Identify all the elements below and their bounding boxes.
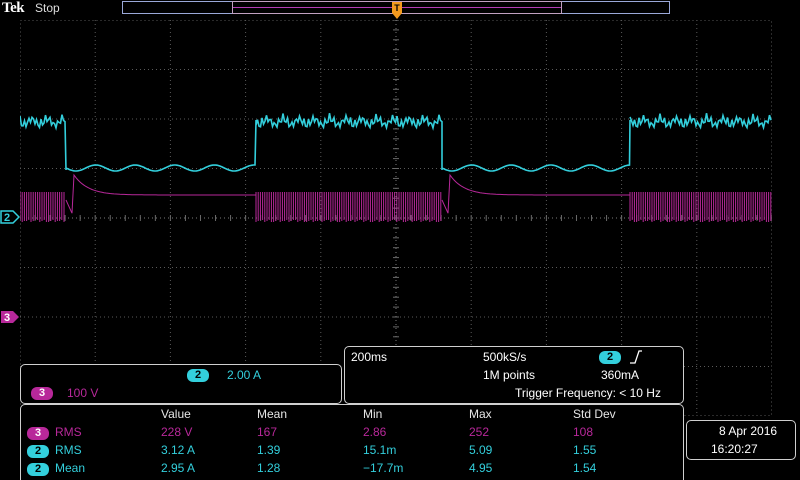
time-readout: 16:20:27 [711, 442, 758, 456]
row-0-type: RMS [55, 425, 82, 439]
datetime-panel[interactable]: 8 Apr 2016 16:20:27 [686, 420, 796, 460]
trigger-position-icon[interactable]: T [391, 2, 403, 20]
trigger-level: 360mA [601, 368, 640, 382]
trigger-marker: T [394, 3, 400, 13]
row-2-std-dev: 1.54 [573, 461, 597, 475]
row-1-type: RMS [55, 443, 82, 457]
row-1-max: 5.09 [469, 443, 493, 457]
row-1-mean: 1.39 [257, 443, 281, 457]
channel-3-ground-marker[interactable]: 3 [0, 310, 20, 324]
channel-2-scale: 2.00 A [227, 368, 262, 382]
horizontal-trigger-panel[interactable]: 200ms 500kS/s 1M points 2 360mA Trigger … [344, 346, 684, 404]
svg-text:3: 3 [4, 312, 10, 324]
header-max: Max [469, 407, 492, 421]
row-2-value: 2.95 A [161, 461, 196, 475]
row-0-min: 2.86 [363, 425, 387, 439]
row-0-max: 252 [469, 425, 490, 439]
header-value: Value [161, 407, 191, 421]
header-mean: Mean [257, 407, 288, 421]
vertical-settings-panel[interactable]: 2 2.00 A 3 100 V [20, 364, 342, 404]
record-length: 1M points [483, 368, 536, 382]
row-1-min: 15.1m [363, 443, 397, 457]
channel-3-badge: 3 [31, 387, 53, 400]
measurement-table[interactable]: Value Mean Min Max Std Dev 3 RMS 228 V 1… [20, 404, 684, 480]
trigger-source-badge: 2 [599, 351, 621, 364]
row-1-value: 3.12 A [161, 443, 196, 457]
acquisition-state: Stop [35, 1, 60, 15]
row-2-max: 4.95 [469, 461, 493, 475]
row-0-std-dev: 108 [573, 425, 594, 439]
sample-rate: 500kS/s [483, 350, 527, 364]
row-0-value: 228 V [161, 425, 193, 439]
trigger-frequency: Trigger Frequency: < 10 Hz [515, 386, 661, 400]
row-2-mean: 1.28 [257, 461, 281, 475]
channel-2-ground-marker[interactable]: 2 [0, 210, 20, 224]
row-0-channel-badge: 3 [27, 427, 49, 440]
header-std-dev: Std Dev [573, 407, 616, 421]
row-0-mean: 167 [257, 425, 278, 439]
channel-2-badge: 2 [187, 369, 209, 382]
channel-3-scale: 100 V [67, 386, 99, 400]
row-2-channel-badge: 2 [27, 463, 49, 476]
row-1-channel-badge: 2 [27, 445, 49, 458]
rising-edge-icon [630, 350, 642, 364]
date-readout: 8 Apr 2016 [719, 424, 778, 438]
row-1-std-dev: 1.55 [573, 443, 597, 457]
svg-text:2: 2 [4, 212, 10, 224]
row-2-min: −17.7m [363, 461, 404, 475]
tek-logo: Tek [2, 0, 25, 16]
row-2-type: Mean [55, 461, 86, 475]
header-min: Min [363, 407, 383, 421]
time-per-division: 200ms [351, 350, 388, 364]
